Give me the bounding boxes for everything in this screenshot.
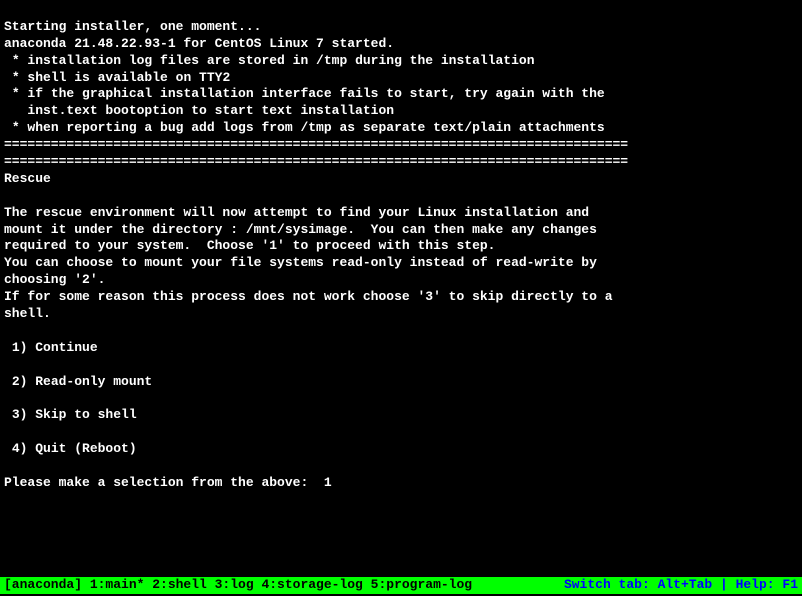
rescue-title: Rescue [4,171,51,186]
menu-option-readonly[interactable]: 2) Read-only mount [4,374,152,389]
menu-option-skip[interactable]: 3) Skip to shell [4,407,137,422]
boot-bullet: * when reporting a bug add logs from /tm… [4,120,605,135]
menu-option-quit[interactable]: 4) Quit (Reboot) [4,441,137,456]
rescue-paragraph: mount it under the directory : /mnt/sysi… [4,222,597,237]
separator-line: ========================================… [4,154,628,169]
rescue-paragraph: shell. [4,306,51,321]
boot-bullet-continuation: inst.text bootoption to start text insta… [4,103,394,118]
menu-option-continue[interactable]: 1) Continue [4,340,98,355]
selection-prompt: Please make a selection from the above: [4,475,324,490]
separator-line: ========================================… [4,137,628,152]
tmux-help-hint: Switch tab: Alt+Tab | Help: F1 [564,577,798,594]
rescue-paragraph: If for some reason this process does not… [4,289,613,304]
boot-bullet: * if the graphical installation interfac… [4,86,605,101]
anaconda-version: anaconda 21.48.22.93-1 for CentOS Linux … [4,36,394,51]
tmux-status-bar: [anaconda] 1:main* 2:shell 3:log 4:stora… [0,577,802,594]
tmux-windows-list[interactable]: [anaconda] 1:main* 2:shell 3:log 4:stora… [4,577,472,594]
rescue-paragraph: required to your system. Choose '1' to p… [4,238,495,253]
boot-bullet: * shell is available on TTY2 [4,70,230,85]
boot-bullet: * installation log files are stored in /… [4,53,535,68]
rescue-paragraph: choosing '2'. [4,272,105,287]
selection-input[interactable]: 1 [324,475,332,490]
rescue-paragraph: The rescue environment will now attempt … [4,205,589,220]
rescue-paragraph: You can choose to mount your file system… [4,255,597,270]
boot-message: Starting installer, one moment... [4,19,261,34]
terminal-output: Starting installer, one moment... anacon… [0,0,802,494]
